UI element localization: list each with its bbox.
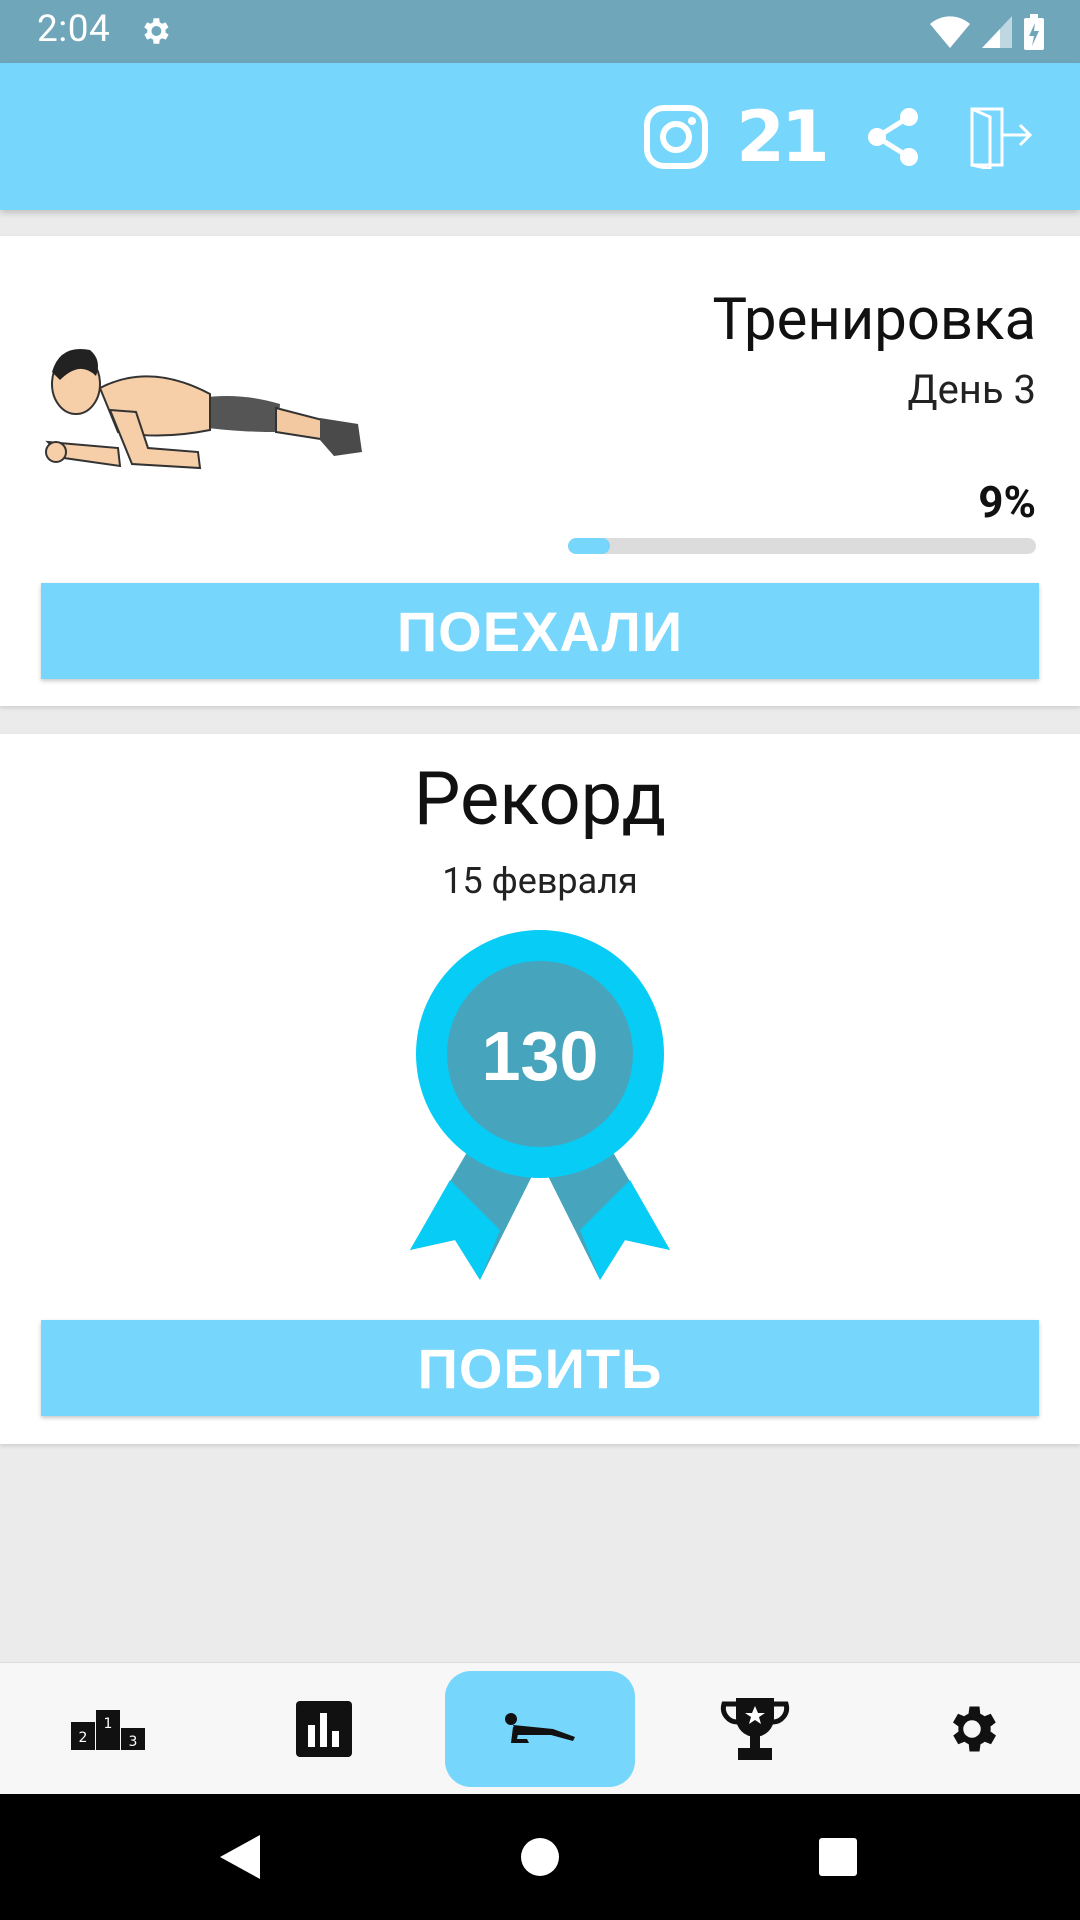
signal-icon [982, 16, 1012, 48]
recents-icon[interactable] [808, 1827, 868, 1887]
plank-icon [505, 1713, 575, 1743]
podium-icon: 2 1 3 [71, 1710, 145, 1750]
workout-day: День 3 [907, 366, 1036, 413]
record-value: 130 [482, 1017, 599, 1095]
progress-bar [568, 538, 1036, 554]
21-days-icon[interactable]: 21 [736, 102, 829, 172]
progress-fill [568, 538, 611, 554]
record-card: Рекорд 15 февраля 130 ПОБИТЬ [0, 734, 1080, 1444]
svg-text:1: 1 [104, 1716, 113, 1732]
status-time: 2:04 [37, 8, 111, 51]
nav-achievements[interactable] [660, 1671, 850, 1787]
battery-icon [1024, 14, 1044, 50]
system-navigation-bar [0, 1794, 1080, 1920]
nav-settings[interactable] [877, 1671, 1067, 1787]
settings-icon [953, 1706, 996, 1752]
home-icon[interactable] [510, 1827, 570, 1887]
nav-workout[interactable] [445, 1671, 635, 1787]
instagram-icon[interactable] [642, 103, 710, 171]
trophy-icon [720, 1698, 790, 1760]
settings-icon [144, 18, 169, 44]
record-title: Рекорд [413, 756, 667, 843]
svg-text:3: 3 [129, 1734, 138, 1750]
nav-podium[interactable]: 2 1 3 [13, 1671, 203, 1787]
plank-man-illustration [45, 348, 362, 470]
wifi-icon [930, 16, 970, 48]
status-bar: 2:04 [0, 0, 1080, 63]
start-workout-button[interactable]: ПОЕХАЛИ [41, 583, 1039, 679]
record-medal-icon: 130 [410, 930, 670, 1280]
bar-chart-icon [296, 1701, 352, 1757]
progress-percent: 9% [978, 476, 1036, 528]
beat-record-button[interactable]: ПОБИТЬ [41, 1320, 1039, 1416]
workout-title: Тренировка [712, 286, 1036, 354]
share-icon[interactable] [863, 103, 923, 171]
app-bar: 21 [0, 63, 1080, 210]
record-date: 15 февраля [442, 860, 638, 902]
status-icons [930, 14, 1044, 50]
workout-card: Тренировка День 3 9% ПОЕХАЛИ [0, 236, 1080, 706]
back-icon[interactable] [210, 1827, 270, 1887]
bottom-navigation: 2 1 3 [0, 1662, 1080, 1795]
exit-icon[interactable] [968, 103, 1034, 171]
svg-text:2: 2 [79, 1730, 88, 1746]
nav-statistics[interactable] [229, 1671, 419, 1787]
